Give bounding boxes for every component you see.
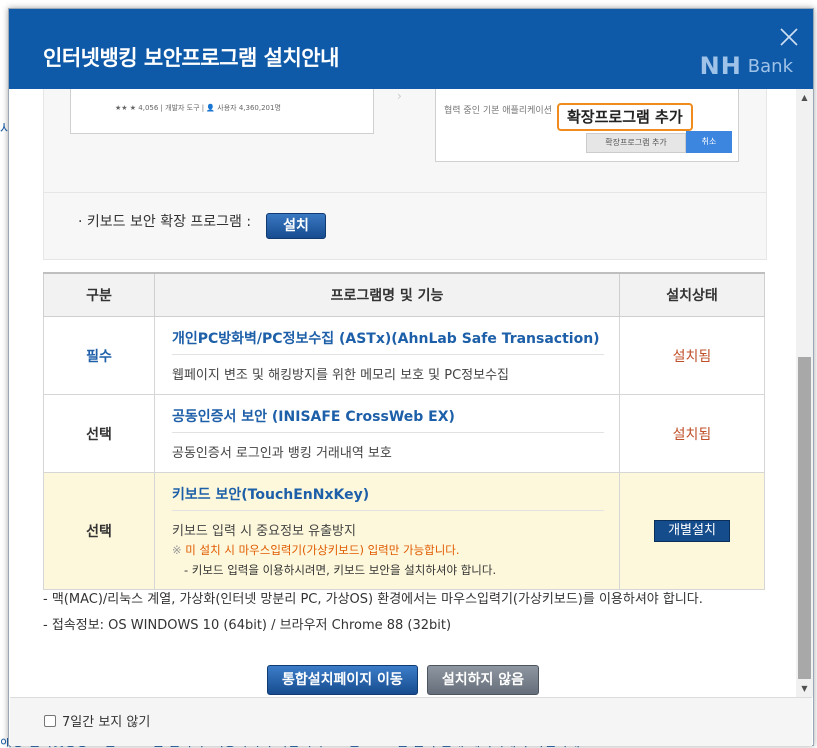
table-row: 선택 키보드 보안(TouchEnNxKey) 키보드 입력 시 중요정보 유출… [43,472,765,590]
program-name: 개인PC방화벽/PC정보수집 (ASTx)(AhnLab Safe Transa… [172,331,600,347]
add-extension-callout: 확장프로그램 추가 [557,103,693,131]
row-program: 공동인증서 보안 (INISAFE CrossWeb EX) 공동인증서 로그인… [154,394,620,473]
program-desc: 공동인증서 로그인과 뱅킹 거래내역 보호 [172,432,604,471]
status-installed: 설치됨 [672,426,712,443]
header-type: 구분 [43,272,155,317]
hide-7-days-label: 7일간 보지 않기 [62,715,151,730]
close-button[interactable] [777,25,801,49]
individual-install-button[interactable]: 개별설치 [654,520,730,542]
screenshot-cancel-button: 취소 [686,131,732,153]
row-status: 개별설치 [619,472,765,590]
row-status: 설치됨 [619,394,765,473]
row-program: 개인PC방화벽/PC정보수집 (ASTx)(AhnLab Safe Transa… [154,316,620,395]
row-type: 선택 [43,394,155,473]
warning-mark: ※ [172,543,182,557]
dialog-footer: 7일간 보지 않기 [10,697,812,746]
extension-guide-box: ★★ ★ 4,056 | 개발자 도구 | 👤 사용자 4,360,201명 ›… [43,89,767,260]
program-desc: 웹페이지 변조 및 해킹방지를 위한 메모리 보호 및 PC정보수집 [172,354,604,393]
scroll-up-arrow-icon[interactable]: ▲ [796,89,813,106]
note-item: - 맥(MAC)/리눅스 계열, 가상화(인터넷 망분리 PC, 가상OS) 환… [43,592,703,607]
table-row: 선택 공동인증서 보안 (INISAFE CrossWeb EX) 공동인증서 … [43,394,765,473]
row-type: 필수 [43,316,155,395]
dialog-header: 인터넷뱅킹 보안프로그램 설치안내 NH Bank [9,9,813,89]
program-desc: 키보드 입력 시 중요정보 유출방지 [172,510,604,543]
store-screenshot-caption: ★★ ★ 4,056 | 개발자 도구 | 👤 사용자 4,360,201명 [115,104,281,112]
close-icon [780,28,798,46]
status-installed: 설치됨 [672,348,712,365]
note-item: - 접속정보: OS WINDOWS 10 (64bit) / 브라우저 Chr… [43,618,452,633]
table-header-row: 구분 프로그램명 및 기능 설치상태 [43,272,765,317]
keyboard-extension-label: · 키보드 보안 확장 프로그램 : [78,214,252,230]
dialog-title: 인터넷뱅킹 보안프로그램 설치안내 [43,46,339,70]
nh-bank-logo: NH Bank [699,52,793,80]
screenshot-add-button: 확장프로그램 추가 [586,133,686,153]
header-program: 프로그램명 및 기능 [154,272,620,317]
keyboard-warning: ※ 미 설치 시 마우스입력기(가상키보드) 입력만 가능합니다. [172,543,604,558]
warning-text: 미 설치 시 마우스입력기(가상키보드) 입력만 가능합니다. [185,543,460,557]
skip-install-button[interactable]: 설치하지 않음 [426,665,540,695]
program-table: 구분 프로그램명 및 기능 설치상태 필수 개인PC방화벽/PC정보수집 (AS… [43,272,765,590]
scrollbar-thumb[interactable] [798,357,811,679]
row-program: 키보드 보안(TouchEnNxKey) 키보드 입력 시 중요정보 유출방지 … [154,472,620,590]
dialog-content: ★★ ★ 4,056 | 개발자 도구 | 👤 사용자 4,360,201명 ›… [10,89,796,697]
program-name: 키보드 보안(TouchEnNxKey) [172,487,370,503]
program-name: 공동인증서 보안 (INISAFE CrossWeb EX) [172,409,455,425]
store-screenshot: ★★ ★ 4,056 | 개발자 도구 | 👤 사용자 4,360,201명 [70,89,374,134]
row-status: 설치됨 [619,316,765,395]
arrow-icon: › [397,89,402,103]
vertical-scrollbar[interactable]: ▲ ▼ [796,89,813,697]
add-extension-caption: 협력 중인 기본 애플리케이션 [444,106,552,116]
row-type: 선택 [43,472,155,590]
action-buttons: 통합설치페이지 이동 설치하지 않음 [10,665,796,695]
logo-nh: NH [699,52,742,80]
scroll-down-arrow-icon[interactable]: ▼ [796,680,813,697]
keyboard-note: - 키보드 입력을 이용하시려면, 키보드 보안을 설치하셔야 합니다. [184,563,497,577]
environment-notes: - 맥(MAC)/리눅스 계열, 가상화(인터넷 망분리 PC, 가상OS) 환… [43,591,773,643]
security-install-dialog: 인터넷뱅킹 보안프로그램 설치안내 NH Bank ★★ ★ 4,056 | 개… [8,8,814,746]
add-extension-screenshot: 협력 중인 기본 애플리케이션 확장프로그램 추가 취소 확장프로그램 추가 [435,89,739,162]
install-extension-button[interactable]: 설치 [266,213,326,239]
table-row: 필수 개인PC방화벽/PC정보수집 (ASTx)(AhnLab Safe Tra… [43,316,765,395]
dialog-scroll-area[interactable]: ★★ ★ 4,056 | 개발자 도구 | 👤 사용자 4,360,201명 ›… [10,89,813,697]
hide-7-days-option[interactable]: 7일간 보지 않기 [44,711,150,730]
header-status: 설치상태 [619,272,765,317]
goto-install-page-button[interactable]: 통합설치페이지 이동 [266,665,418,695]
hide-7-days-checkbox[interactable] [44,714,56,727]
divider [44,192,766,193]
logo-bank: Bank [747,55,793,77]
